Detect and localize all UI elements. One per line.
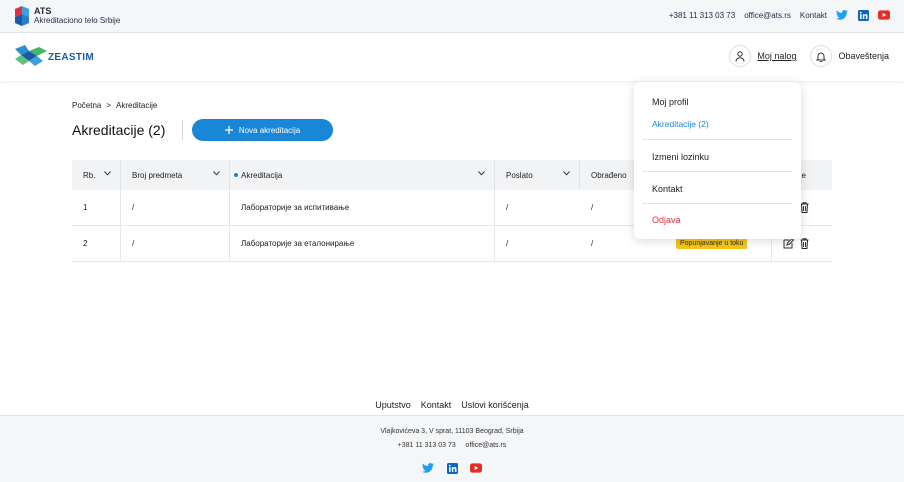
menu-divider — [642, 203, 792, 204]
cell-accreditation: Лабораторије за еталонирање — [230, 226, 495, 261]
top-email[interactable]: office@ats.rs — [744, 11, 791, 20]
footer-link-contact[interactable]: Kontakt — [421, 400, 452, 410]
ats-logo-icon — [15, 6, 29, 26]
footer-link-instructions[interactable]: Uputstvo — [375, 400, 411, 410]
header-accreditation[interactable]: Akreditacija — [230, 160, 495, 190]
trash-icon[interactable] — [800, 202, 809, 213]
menu-item-change-password[interactable]: Izmeni lozinku — [652, 152, 709, 162]
user-icon[interactable] — [729, 45, 752, 67]
zeastim-logo-icon[interactable] — [15, 45, 47, 67]
footer-links: Uputstvo Kontakt Uslovi korišćenja — [0, 400, 904, 410]
header-nav: Moj nalog Obaveštenja — [729, 45, 889, 67]
header-actions-label: e — [801, 170, 806, 180]
account-dropdown-menu: Moj profil Akreditacije (2) Izmeni lozin… — [634, 82, 801, 239]
cell-rb: 1 — [72, 190, 121, 225]
trash-icon[interactable] — [800, 238, 809, 249]
twitter-icon[interactable] — [422, 462, 434, 474]
header-sent[interactable]: Poslato — [495, 160, 580, 190]
breadcrumb-current: Akreditacije — [116, 101, 158, 110]
breadcrumb-home[interactable]: Početna — [72, 101, 101, 110]
breadcrumb: Početna > Akreditacije — [72, 101, 157, 110]
header-rb[interactable]: Rb. — [72, 160, 121, 190]
main-header: ZEASTIM Moj nalog Obaveštenja — [0, 33, 904, 81]
menu-item-contact[interactable]: Kontakt — [652, 184, 683, 194]
youtube-icon[interactable] — [878, 9, 890, 21]
title-divider — [182, 120, 183, 140]
sort-indicator-dot — [234, 173, 238, 177]
edit-icon[interactable] — [783, 238, 794, 249]
menu-divider — [642, 171, 792, 172]
org-short-name: ATS — [34, 6, 52, 16]
footer: Vlajkovićeva 3, V sprat, 11103 Beograd, … — [0, 415, 904, 482]
cell-case-number: / — [121, 226, 230, 261]
status-badge: Popunjavanje u toku — [676, 238, 748, 249]
cell-sent: / — [506, 203, 509, 212]
top-phone[interactable]: +381 11 313 03 73 — [669, 11, 735, 20]
bell-icon[interactable] — [810, 45, 833, 67]
cell-accreditation: Лабораторије за испитивање — [230, 190, 495, 225]
footer-contact: +381 11 313 03 73 office@ats.rs — [0, 442, 904, 449]
menu-divider — [642, 139, 792, 140]
cell-case-number: / — [121, 190, 230, 225]
new-accreditation-button[interactable]: Nova akreditacija — [192, 119, 333, 141]
plus-icon — [224, 126, 233, 134]
breadcrumb-separator: > — [106, 101, 112, 110]
footer-email[interactable]: office@ats.rs — [465, 442, 506, 449]
org-full-name: Akreditaciono telo Srbije — [34, 16, 121, 25]
top-contact-link[interactable]: Kontakt — [800, 11, 827, 20]
linkedin-icon[interactable] — [857, 9, 869, 21]
chevron-down-icon — [213, 171, 220, 176]
header-sent-label: Poslato — [506, 170, 533, 180]
footer-link-terms[interactable]: Uslovi korišćenja — [461, 400, 529, 410]
footer-address: Vlajkovićeva 3, V sprat, 11103 Beograd, … — [380, 428, 524, 435]
header-rb-label: Rb. — [83, 170, 96, 180]
linkedin-icon[interactable] — [446, 462, 458, 474]
twitter-icon[interactable] — [836, 9, 848, 21]
top-contact-bar: +381 11 313 03 73 office@ats.rs Kontakt — [669, 9, 890, 21]
footer-phone[interactable]: +381 11 313 03 73 — [398, 442, 456, 449]
menu-item-accreditations[interactable]: Akreditacije (2) — [652, 119, 709, 129]
notifications-link[interactable]: Obaveštenja — [838, 51, 889, 61]
footer-social — [0, 462, 904, 474]
cell-sent: / — [506, 239, 509, 248]
menu-item-logout[interactable]: Odjava — [652, 215, 681, 225]
chevron-down-icon — [478, 171, 485, 176]
header-accreditation-label: Akreditacija — [241, 170, 283, 180]
cell-rb: 2 — [72, 226, 121, 261]
header-case-number-label: Broj predmeta — [132, 170, 183, 180]
youtube-icon[interactable] — [470, 462, 482, 474]
chevron-down-icon — [563, 171, 570, 176]
new-accreditation-label: Nova akreditacija — [238, 125, 301, 135]
chevron-down-icon — [104, 171, 111, 176]
zeastim-logo-text[interactable]: ZEASTIM — [48, 52, 94, 63]
top-bar: ATS Akreditaciono telo Srbije +381 11 31… — [0, 0, 904, 33]
my-account-link[interactable]: Moj nalog — [757, 51, 796, 61]
page-title: Akreditacije (2) — [72, 122, 166, 138]
menu-item-my-profile[interactable]: Moj profil — [652, 97, 689, 107]
header-processed-label: Obrađeno — [591, 170, 627, 180]
header-case-number[interactable]: Broj predmeta — [121, 160, 230, 190]
